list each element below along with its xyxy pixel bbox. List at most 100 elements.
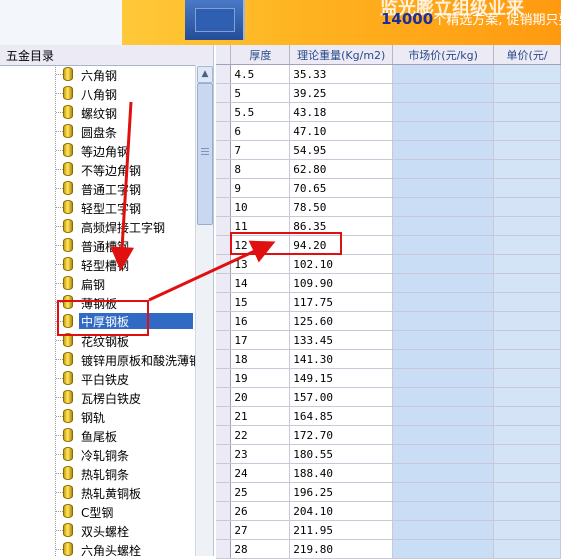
tree-item[interactable]: 普通工字钢 [0,179,195,198]
table-row[interactable]: 17 133.45 [216,330,561,350]
unit-price-cell[interactable] [493,482,561,502]
weight-cell[interactable]: 62.80 [289,159,394,179]
thickness-cell[interactable]: 10 [230,197,291,217]
tree-item[interactable]: 轻型槽钢 [0,255,195,274]
market-price-cell[interactable] [392,349,495,369]
table-row[interactable]: 22 172.70 [216,425,561,445]
table-row[interactable]: 5 39.25 [216,83,561,103]
table-row[interactable]: 21 164.85 [216,406,561,426]
weight-cell[interactable]: 39.25 [289,83,394,103]
table-row[interactable]: 13 102.10 [216,254,561,274]
market-price-cell[interactable] [392,425,495,445]
table-row[interactable]: 10 78.50 [216,197,561,217]
market-price-cell[interactable] [392,463,495,483]
market-price-cell[interactable] [392,311,495,331]
row-indicator[interactable] [216,368,232,388]
weight-cell[interactable]: 211.95 [289,520,394,540]
tree-item[interactable]: 热轧黄铜板 [0,483,195,502]
table-row[interactable]: 24 188.40 [216,463,561,483]
market-price-cell[interactable] [392,178,495,198]
thickness-cell[interactable]: 6 [230,121,291,141]
unit-price-cell[interactable] [493,216,561,236]
table-row[interactable]: 23 180.55 [216,444,561,464]
unit-price-cell[interactable] [493,121,561,141]
unit-price-cell[interactable] [493,425,561,445]
row-indicator[interactable] [216,482,232,502]
thickness-cell[interactable]: 19 [230,368,291,388]
market-price-cell[interactable] [392,159,495,179]
thickness-cell[interactable]: 5.5 [230,102,291,122]
tree-item[interactable]: 镀锌用原板和酸洗薄钢 [0,350,195,369]
row-indicator[interactable] [216,216,232,236]
market-price-cell[interactable] [392,444,495,464]
tree-item[interactable]: 六角头螺栓 [0,540,195,556]
table-row[interactable]: 25 196.25 [216,482,561,502]
unit-price-cell[interactable] [493,463,561,483]
thickness-cell[interactable]: 24 [230,463,291,483]
thickness-cell[interactable]: 7 [230,140,291,160]
market-price-cell[interactable] [392,197,495,217]
weight-cell[interactable]: 109.90 [289,273,394,293]
tree-item[interactable]: 六角钢 [0,65,195,84]
thickness-cell[interactable]: 16 [230,311,291,331]
market-price-cell[interactable] [392,387,495,407]
tree-item[interactable]: C型钢 [0,502,195,521]
weight-cell[interactable]: 117.75 [289,292,394,312]
row-indicator[interactable] [216,501,232,521]
weight-cell[interactable]: 43.18 [289,102,394,122]
unit-price-cell[interactable] [493,140,561,160]
thickness-cell[interactable]: 14 [230,273,291,293]
thickness-cell[interactable]: 17 [230,330,291,350]
weight-cell[interactable]: 164.85 [289,406,394,426]
tree-item[interactable]: 不等边角钢 [0,160,195,179]
data-grid[interactable]: 厚度 理论重量(Kg/m2) 市场价(元/kg) 单价(元/ 4.5 35.33 5… [216,45,561,559]
row-indicator[interactable] [216,425,232,445]
unit-price-cell[interactable] [493,330,561,350]
tree-item[interactable]: 平白铁皮 [0,369,195,388]
row-indicator[interactable] [216,311,232,331]
thickness-cell[interactable]: 22 [230,425,291,445]
table-row[interactable]: 16 125.60 [216,311,561,331]
thickness-cell[interactable]: 4.5 [230,64,291,84]
unit-price-cell[interactable] [493,292,561,312]
unit-price-cell[interactable] [493,444,561,464]
unit-price-cell[interactable] [493,254,561,274]
market-price-cell[interactable] [392,216,495,236]
row-indicator[interactable] [216,178,232,198]
table-row[interactable]: 19 149.15 [216,368,561,388]
tree-scrollbar[interactable]: ▲ [195,65,213,556]
thickness-cell[interactable]: 26 [230,501,291,521]
table-row[interactable]: 6 47.10 [216,121,561,141]
market-price-cell[interactable] [392,254,495,274]
thickness-cell[interactable]: 9 [230,178,291,198]
tree-item[interactable]: 热轧铜条 [0,464,195,483]
tree-item[interactable]: 鱼尾板 [0,426,195,445]
unit-price-cell[interactable] [493,387,561,407]
thickness-cell[interactable]: 23 [230,444,291,464]
market-price-cell[interactable] [392,406,495,426]
weight-cell[interactable]: 102.10 [289,254,394,274]
weight-cell[interactable]: 78.50 [289,197,394,217]
weight-cell[interactable]: 125.60 [289,311,394,331]
market-price-cell[interactable] [392,140,495,160]
weight-cell[interactable]: 149.15 [289,368,394,388]
market-price-cell[interactable] [392,292,495,312]
table-row[interactable]: 26 204.10 [216,501,561,521]
tree-item[interactable]: 螺纹钢 [0,103,195,122]
table-row[interactable]: 18 141.30 [216,349,561,369]
unit-price-cell[interactable] [493,349,561,369]
weight-cell[interactable]: 54.95 [289,140,394,160]
market-price-cell[interactable] [392,501,495,521]
row-indicator[interactable] [216,159,232,179]
market-price-cell[interactable] [392,121,495,141]
row-indicator[interactable] [216,140,232,160]
table-row[interactable]: 5.5 43.18 [216,102,561,122]
ad-banner[interactable]: 监光膨立组级业来 14000个精选方案, 促销期只要 [0,0,561,45]
market-price-cell[interactable] [392,83,495,103]
thickness-cell[interactable]: 20 [230,387,291,407]
row-indicator[interactable] [216,102,232,122]
row-indicator[interactable] [216,520,232,540]
row-indicator[interactable] [216,463,232,483]
market-price-cell[interactable] [392,273,495,293]
tree-item[interactable]: 瓦楞白铁皮 [0,388,195,407]
